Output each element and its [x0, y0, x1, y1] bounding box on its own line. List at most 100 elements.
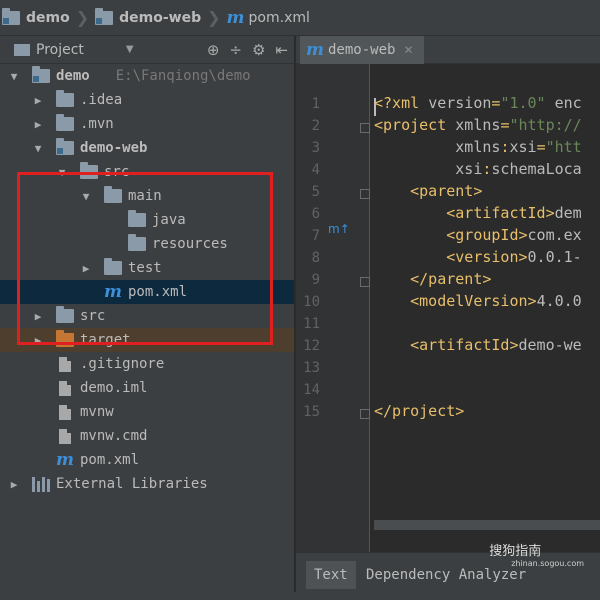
- tree-item[interactable]: ▼ main: [0, 184, 294, 208]
- tree-item[interactable]: ▶.gitignore: [0, 352, 294, 376]
- fold-marker-icon[interactable]: [360, 123, 370, 133]
- file-icon: [59, 380, 71, 396]
- code-token: "http://: [509, 116, 582, 134]
- code-area[interactable]: <?xml version="1.0" enc <project xmlns="h…: [374, 64, 600, 552]
- editor-tab-bar: m demo-web ✕: [296, 36, 600, 64]
- folder-icon: [128, 210, 146, 227]
- libraries-icon: [32, 476, 50, 492]
- breadcrumb-item-demo-web[interactable]: demo-web ❯: [93, 0, 224, 36]
- code-token: xmlns: [455, 116, 501, 134]
- line-number: 8: [311, 250, 320, 266]
- locate-icon[interactable]: ⊕: [207, 41, 220, 59]
- tree-item[interactable]: ▶ test: [0, 256, 294, 280]
- status-bar: [0, 592, 600, 600]
- line-gutter: m↑ 1 2 3 4 5 6 7 8 9 10 11 12 13 14 15: [296, 64, 370, 552]
- tree-item-label: .idea: [80, 92, 123, 108]
- editor: m demo-web ✕ m↑ 1 2 3 4 5 6 7 8 9 10 11 12 13 14 15 <?…: [296, 36, 600, 600]
- tree-item-label: src: [80, 308, 106, 324]
- code-token: xmlns: [455, 138, 501, 156]
- tree-item[interactable]: ▼ src: [0, 160, 294, 184]
- collapsed-arrow-icon[interactable]: ▶: [32, 118, 44, 131]
- line-number: 3: [311, 140, 320, 156]
- editor-tab[interactable]: m demo-web ✕: [300, 36, 424, 64]
- maven-icon: m: [306, 40, 324, 60]
- code-line: <artifactId>dem: [374, 204, 581, 222]
- hide-panel-icon[interactable]: ⇤: [275, 41, 288, 59]
- maven-parent-icon[interactable]: m↑: [328, 222, 350, 236]
- tree-item-label: mvnw: [80, 404, 114, 420]
- horizontal-scrollbar[interactable]: [374, 520, 600, 530]
- project-panel-title[interactable]: Project: [36, 42, 84, 58]
- gear-icon[interactable]: ⚙: [252, 41, 265, 59]
- breadcrumb-item-pom[interactable]: m pom.xml: [225, 0, 310, 36]
- code-token: <version>: [374, 248, 528, 266]
- tree-item-label: main: [128, 188, 162, 204]
- tree-item[interactable]: ▶mpom.xml: [0, 448, 294, 472]
- line-number: 1: [311, 96, 320, 112]
- watermark-text: 搜狗指南: [489, 544, 542, 559]
- tree-item[interactable]: ▶mvnw: [0, 400, 294, 424]
- tree-item[interactable]: ▶ External Libraries: [0, 472, 294, 496]
- collapsed-arrow-icon[interactable]: ▶: [8, 478, 20, 491]
- collapsed-arrow-icon[interactable]: ▶: [32, 94, 44, 107]
- tree-item[interactable]: ▶java: [0, 208, 294, 232]
- code-token: </project>: [374, 402, 465, 420]
- close-icon[interactable]: ✕: [403, 43, 413, 57]
- code-line: </project>: [374, 402, 464, 420]
- collapsed-arrow-icon[interactable]: ▶: [32, 334, 44, 347]
- fold-marker-icon[interactable]: [360, 189, 370, 199]
- code-token: 0.0.1-: [527, 248, 582, 266]
- tree-item[interactable]: ▶resources: [0, 232, 294, 256]
- tree-item[interactable]: ▶mvnw.cmd: [0, 424, 294, 448]
- line-number: 2: [311, 118, 320, 134]
- breadcrumb-label: demo: [26, 9, 70, 26]
- code-token: <modelVersion>: [374, 292, 537, 310]
- fold-marker-icon[interactable]: [360, 277, 370, 287]
- breadcrumb-item-demo[interactable]: demo ❯: [0, 0, 93, 36]
- code-line: <modelVersion>4.0.0: [374, 292, 582, 310]
- tree-item-label: test: [128, 260, 162, 276]
- code-token: com.ex: [527, 226, 582, 244]
- folder-icon: [104, 186, 122, 203]
- tree-item[interactable]: ▶demo.iml: [0, 376, 294, 400]
- breadcrumb-label: demo-web: [119, 9, 202, 26]
- tree-item[interactable]: ▼ demo-web: [0, 136, 294, 160]
- collapse-all-icon[interactable]: ÷: [229, 41, 242, 59]
- folder-icon: [80, 162, 98, 179]
- code-token: xsi: [455, 160, 483, 178]
- line-number: 12: [303, 338, 320, 354]
- maven-icon: m: [226, 7, 245, 28]
- tree-item[interactable]: ▶mpom.xml: [0, 280, 294, 304]
- chevron-down-icon[interactable]: ▼: [126, 44, 134, 55]
- code-token: <?xml: [374, 94, 429, 112]
- tree-item-label: java: [152, 212, 186, 228]
- tab-text[interactable]: Text: [306, 561, 356, 589]
- tree-item-label: src: [104, 164, 130, 180]
- tree-item-label: pom.xml: [80, 452, 140, 468]
- code-line: <project xmlns="http://: [374, 116, 582, 134]
- tree-item[interactable]: ▶ target: [0, 328, 294, 352]
- tree-item-label: resources: [152, 236, 228, 252]
- expanded-arrow-icon[interactable]: ▼: [80, 190, 92, 203]
- collapsed-arrow-icon[interactable]: ▶: [32, 310, 44, 323]
- folder-icon: [56, 114, 74, 131]
- watermark: 搜狗指南 zhinan.sogou.com: [489, 540, 584, 568]
- code-token: 4.0.0: [536, 292, 582, 310]
- module-folder-icon: [56, 138, 74, 155]
- code-line: </parent>: [374, 270, 491, 288]
- expanded-arrow-icon[interactable]: ▼: [56, 166, 68, 179]
- expanded-arrow-icon[interactable]: ▼: [8, 70, 20, 83]
- code-line: <?xml version="1.0" enc: [374, 94, 582, 112]
- fold-marker-icon[interactable]: [360, 409, 370, 419]
- tree-item[interactable]: ▶ .idea: [0, 88, 294, 112]
- collapsed-arrow-icon[interactable]: ▶: [80, 262, 92, 275]
- tree-item[interactable]: ▶ src: [0, 304, 294, 328]
- tree-item[interactable]: ▼ demo E:\Fanqiong\demo: [0, 64, 294, 88]
- line-number: 5: [311, 184, 320, 200]
- line-number: 6: [311, 206, 320, 222]
- tree-item[interactable]: ▶ .mvn: [0, 112, 294, 136]
- editor-tab-label: demo-web: [328, 42, 396, 58]
- expanded-arrow-icon[interactable]: ▼: [32, 142, 44, 155]
- code-token: <artifactId>: [374, 336, 519, 354]
